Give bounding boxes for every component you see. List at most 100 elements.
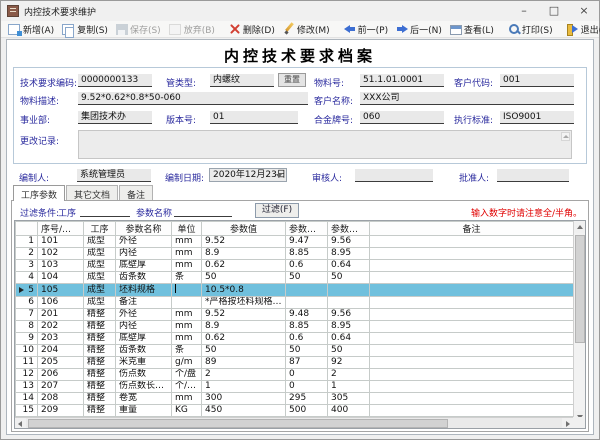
cell-remark[interactable]	[370, 309, 574, 321]
cell-seq[interactable]: 201	[38, 309, 84, 321]
change-record-field[interactable]	[78, 130, 572, 159]
cell-lower[interactable]: 500	[286, 405, 328, 417]
cell-remark[interactable]	[370, 284, 574, 297]
pipe-type-field[interactable]: 内螺纹	[210, 74, 274, 87]
cell-name[interactable]: 坯料规格	[116, 284, 172, 297]
cell-upper[interactable]: 305	[328, 393, 370, 405]
cell-value[interactable]: 10.5*0.8	[202, 284, 286, 297]
cell-upper[interactable]: 50	[328, 272, 370, 284]
cell-lower[interactable]: 0.6	[286, 333, 328, 345]
cell-remark[interactable]	[370, 405, 574, 417]
cell-value[interactable]: 9.52	[202, 309, 286, 321]
cell-unit[interactable]: mm	[172, 260, 202, 272]
cell-seq[interactable]: 206	[38, 369, 84, 381]
minimize-button[interactable]: –	[509, 1, 539, 21]
cell-name[interactable]: 米克重	[116, 357, 172, 369]
row-selector-cell[interactable]: 13	[16, 381, 38, 393]
toolbar-button-arrow-prev[interactable]: 前一(P)	[341, 22, 391, 37]
cell-seq[interactable]: 204	[38, 345, 84, 357]
cell-value[interactable]: 50	[202, 345, 286, 357]
cell-proc[interactable]: 精整	[84, 393, 116, 405]
table-row[interactable]: 13207精整伤点数长度控制个/10...101	[16, 381, 574, 393]
horizontal-scrollbar-thumb[interactable]	[28, 419, 448, 428]
cell-unit[interactable]: 个/盘	[172, 369, 202, 381]
vertical-scrollbar[interactable]	[573, 221, 585, 423]
cell-seq[interactable]: 106	[38, 297, 84, 309]
row-selector-cell[interactable]: 10	[16, 345, 38, 357]
toolbar-button-arrow-next[interactable]: 后一(N)	[393, 22, 445, 37]
cell-upper[interactable]: 92	[328, 357, 370, 369]
cell-value[interactable]: 89	[202, 357, 286, 369]
cell-proc[interactable]: 精整	[84, 381, 116, 393]
row-selector-cell[interactable]: 2	[16, 248, 38, 260]
cell-lower[interactable]: 9.48	[286, 309, 328, 321]
cell-remark[interactable]	[370, 381, 574, 393]
table-row[interactable]: 4104成型齿条数条505050	[16, 272, 574, 284]
row-selector-cell[interactable]: 1	[16, 236, 38, 248]
cell-name[interactable]: 底壁厚	[116, 333, 172, 345]
cell-name[interactable]: 重量	[116, 405, 172, 417]
cell-name[interactable]: 齿条数	[116, 272, 172, 284]
scroll-up-arrow-icon[interactable]	[574, 221, 586, 233]
cell-seq[interactable]: 101	[38, 236, 84, 248]
cell-value[interactable]: *严格按坯料规格进行上料。	[202, 297, 286, 309]
vertical-scrollbar-thumb[interactable]	[575, 235, 585, 343]
creator-field[interactable]: 系统管理员	[77, 169, 151, 182]
table-row[interactable]: 14208精整卷宽mm300295305	[16, 393, 574, 405]
table-row[interactable]: 8202精整内径mm8.98.858.95	[16, 321, 574, 333]
cell-proc[interactable]: 精整	[84, 345, 116, 357]
cell-value[interactable]: 300	[202, 393, 286, 405]
table-row[interactable]: 9203精整底壁厚mm0.620.60.64	[16, 333, 574, 345]
cell-value[interactable]: 1	[202, 381, 286, 393]
cell-value[interactable]: 450	[202, 405, 286, 417]
column-header-proc[interactable]: 工序	[84, 222, 116, 236]
create-date-dropdown[interactable]: 2020年12月23日	[209, 168, 287, 182]
cell-name[interactable]: 伤点数	[116, 369, 172, 381]
row-selector-cell[interactable]: 3	[16, 260, 38, 272]
cell-value[interactable]: 50	[202, 272, 286, 284]
cell-unit[interactable]: 个/10...	[172, 381, 202, 393]
cell-remark[interactable]	[370, 236, 574, 248]
material-desc-field[interactable]: 9.52*0.62*0.8*50-060	[78, 92, 308, 105]
param-name-filter-input[interactable]	[174, 204, 232, 217]
cell-upper[interactable]: 2	[328, 369, 370, 381]
cell-unit[interactable]: mm	[172, 333, 202, 345]
filter-button[interactable]: 过滤(F)	[255, 203, 299, 218]
cell-unit[interactable]: mm	[172, 309, 202, 321]
table-row[interactable]: 1101成型外径mm9.529.479.56	[16, 236, 574, 248]
cell-lower[interactable]: 295	[286, 393, 328, 405]
row-selector-cell[interactable]: 11	[16, 357, 38, 369]
version-field[interactable]: 01	[210, 111, 298, 124]
column-header-num[interactable]	[16, 222, 38, 236]
tab-other-docs[interactable]: 其它文档	[66, 185, 118, 201]
cell-lower[interactable]	[286, 297, 328, 309]
cell-lower[interactable]: 0.6	[286, 260, 328, 272]
customer-name-field[interactable]: XXX公司	[360, 92, 574, 105]
column-header-upper[interactable]: 参数上限	[328, 222, 370, 236]
row-selector-cell[interactable]: 14	[16, 393, 38, 405]
cell-unit[interactable]: 条	[172, 272, 202, 284]
row-selector-cell[interactable]: 12	[16, 369, 38, 381]
approver-field[interactable]	[497, 169, 569, 182]
row-selector-cell[interactable]: 4	[16, 272, 38, 284]
material-no-field[interactable]: 51.1.01.0001	[360, 74, 444, 87]
cell-proc[interactable]: 成型	[84, 260, 116, 272]
table-row[interactable]: 5105成型坯料规格10.5*0.8	[16, 284, 574, 297]
table-row[interactable]: 15209精整重量KG450500400	[16, 405, 574, 417]
cell-seq[interactable]: 205	[38, 357, 84, 369]
cell-value[interactable]: 8.9	[202, 248, 286, 260]
cell-lower[interactable]: 87	[286, 357, 328, 369]
table-row[interactable]: 2102成型内径mm8.98.858.95	[16, 248, 574, 260]
toolbar-button-exit-door[interactable]: 退出(X)	[564, 22, 600, 37]
cell-name[interactable]: 内径	[116, 321, 172, 333]
cell-name[interactable]: 内径	[116, 248, 172, 260]
cell-unit[interactable]: mm	[172, 393, 202, 405]
customer-code-field[interactable]: 001	[500, 74, 574, 87]
row-selector-cell[interactable]: 15	[16, 405, 38, 417]
cell-unit[interactable]	[172, 297, 202, 309]
column-header-remark[interactable]: 备注	[370, 222, 574, 236]
cell-upper[interactable]: 400	[328, 405, 370, 417]
tech-code-field[interactable]: 0000000133	[78, 74, 152, 87]
cell-value[interactable]: 8.9	[202, 321, 286, 333]
cell-lower[interactable]: 0	[286, 369, 328, 381]
